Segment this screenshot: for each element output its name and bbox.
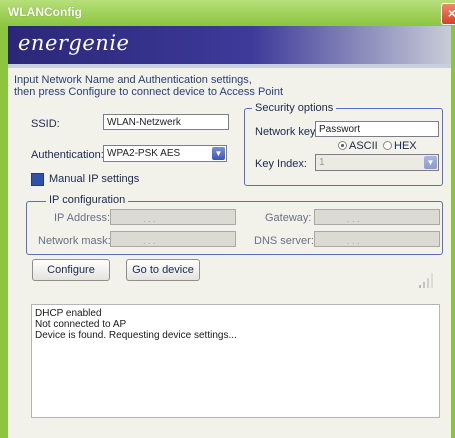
key-index-label: Key Index: [255, 158, 307, 170]
authentication-select[interactable]: WPA2-PSK AES ▼ [103, 145, 227, 162]
energenie-logo: energenie [18, 31, 129, 55]
ip-address-label: IP Address: [54, 212, 111, 224]
ip-address-dots: . . . [143, 214, 156, 224]
hex-radio[interactable] [383, 141, 392, 150]
ip-configuration-title: IP configuration [46, 194, 129, 206]
gateway-input[interactable]: . . . [314, 209, 440, 225]
logo-prefix: ener [18, 31, 69, 55]
instructions-line-1: Input Network Name and Authentication se… [14, 74, 252, 86]
window-title: WLANConfig [8, 5, 82, 19]
key-index-select[interactable]: 1 ▼ [315, 154, 439, 171]
network-mask-dots: . . . [143, 236, 156, 246]
log-line: Device is found. Requesting device setti… [35, 330, 237, 341]
log-line: Not connected to AP [35, 319, 127, 330]
logo-suffix: genie [68, 31, 130, 55]
ascii-radio[interactable] [338, 141, 347, 150]
wlanconfig-window: WLANConfig × energenie Input Network Nam… [0, 0, 455, 438]
configure-button[interactable]: Configure [32, 259, 110, 281]
hex-label[interactable]: HEX [394, 140, 417, 152]
ip-address-input[interactable]: . . . [110, 209, 236, 225]
authentication-label: Authentication: [31, 149, 104, 161]
brand-banner: energenie [8, 26, 451, 64]
status-log[interactable]: DHCP enabled Not connected to AP Device … [31, 304, 440, 418]
dns-server-dots: . . . [347, 236, 360, 246]
network-mask-label: Network mask: [38, 235, 111, 247]
network-key-label: Network key: [255, 126, 319, 138]
manual-ip-label[interactable]: Manual IP settings [49, 173, 139, 185]
window-frame-left [0, 26, 8, 438]
title-bar[interactable]: WLANConfig × [0, 0, 455, 27]
ssid-input[interactable]: WLAN-Netzwerk [103, 114, 229, 130]
manual-ip-checkbox[interactable] [31, 173, 44, 186]
log-line: DHCP enabled [35, 308, 102, 319]
banner-divider [8, 64, 451, 68]
signal-strength-icon [419, 273, 433, 288]
dns-server-label: DNS server: [254, 235, 314, 247]
instructions-line-2: then press Configure to connect device t… [14, 86, 284, 98]
close-icon[interactable]: × [441, 3, 455, 25]
gateway-dots: . . . [347, 214, 360, 224]
security-options-title: Security options [252, 102, 337, 114]
ascii-label[interactable]: ASCII [349, 140, 378, 152]
ssid-label: SSID: [31, 118, 60, 130]
gateway-label: Gateway: [265, 212, 312, 224]
chevron-down-icon[interactable]: ▼ [424, 156, 437, 169]
network-key-input[interactable]: Passwort [315, 121, 439, 137]
key-index-value: 1 [319, 157, 325, 168]
go-to-device-button[interactable]: Go to device [126, 259, 200, 281]
network-mask-input[interactable]: . . . [110, 231, 236, 247]
chevron-down-icon[interactable]: ▼ [212, 147, 225, 160]
authentication-value: WPA2-PSK AES [107, 148, 181, 159]
dns-server-input[interactable]: . . . [314, 231, 440, 247]
window-frame-right [451, 26, 455, 438]
instructions-text: Input Network Name and Authentication se… [14, 74, 434, 98]
